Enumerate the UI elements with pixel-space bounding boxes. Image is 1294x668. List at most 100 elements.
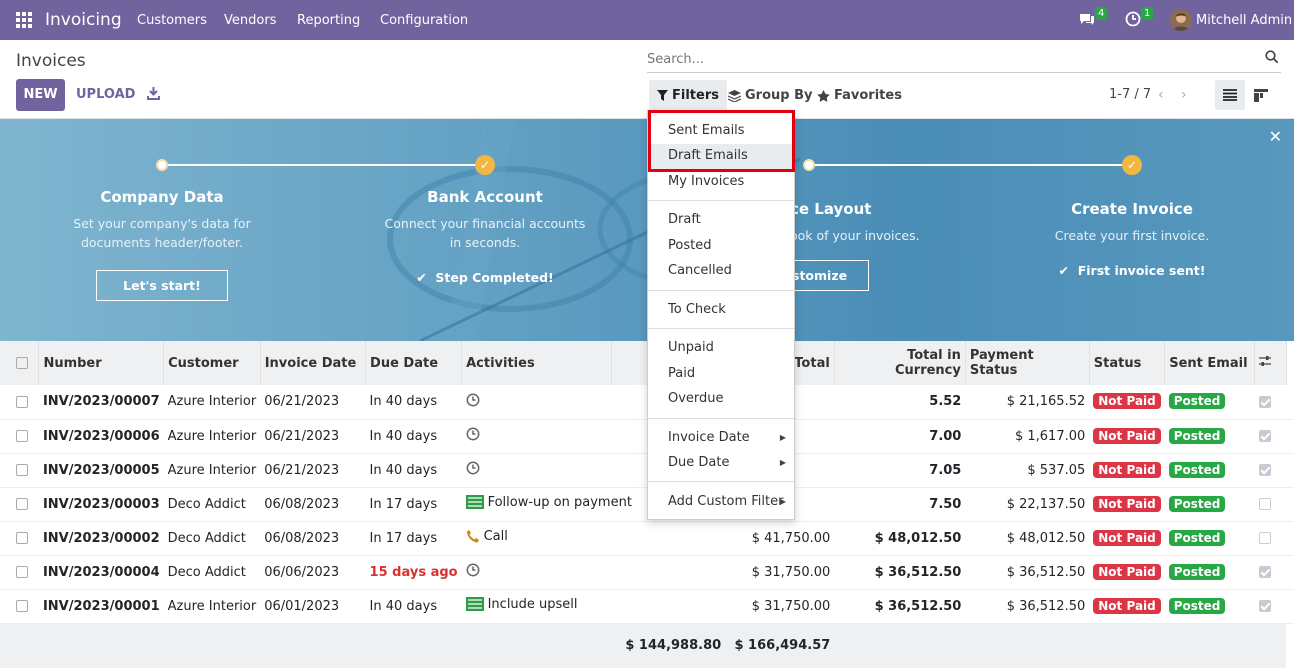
download-icon[interactable] bbox=[147, 86, 160, 100]
invoice-number[interactable]: INV/2023/00006 bbox=[38, 419, 164, 454]
col-activities[interactable]: Activities bbox=[461, 341, 613, 385]
close-banner-icon[interactable]: ✕ bbox=[1269, 127, 1282, 146]
select-all-checkbox[interactable] bbox=[0, 341, 40, 385]
optional-columns-toggle[interactable] bbox=[1254, 341, 1287, 385]
invoice-number[interactable]: INV/2023/00007 bbox=[38, 385, 164, 420]
due-date[interactable]: In 17 days bbox=[365, 521, 462, 556]
invoice-date[interactable]: 06/08/2023 bbox=[260, 487, 366, 522]
app-name[interactable]: Invoicing bbox=[45, 10, 122, 30]
table-row[interactable]: INV/2023/00002 Deco Addict 06/08/2023 In 17… bbox=[0, 521, 1294, 556]
user-avatar[interactable] bbox=[1170, 9, 1192, 31]
sliders-icon[interactable] bbox=[1259, 355, 1272, 367]
pager-value[interactable]: 1-7 / 7 bbox=[1109, 87, 1151, 102]
col-number[interactable]: Number bbox=[38, 341, 165, 385]
favorites-button[interactable]: Favorites bbox=[817, 88, 902, 103]
row-checkbox[interactable] bbox=[0, 419, 39, 454]
activity-clock-icon[interactable] bbox=[466, 461, 480, 475]
menu-customers[interactable]: Customers bbox=[137, 13, 207, 28]
filter-cancelled[interactable]: Cancelled bbox=[668, 263, 732, 278]
row-checkbox[interactable] bbox=[0, 521, 39, 556]
add-custom-filter[interactable]: Add Custom Filter bbox=[668, 494, 783, 509]
search-input[interactable] bbox=[647, 47, 1247, 71]
filter-draft[interactable]: Draft bbox=[668, 212, 701, 227]
col-total-currency[interactable]: Total in Currency bbox=[834, 341, 966, 385]
invoice-date[interactable]: 06/01/2023 bbox=[260, 589, 366, 624]
invoice-number[interactable]: INV/2023/00002 bbox=[38, 521, 164, 556]
col-sent-email[interactable]: Sent Email bbox=[1164, 341, 1256, 385]
invoice-number[interactable]: INV/2023/00004 bbox=[38, 555, 164, 590]
due-date[interactable]: In 40 days bbox=[365, 419, 462, 454]
filter-my-invoices[interactable]: My Invoices bbox=[668, 174, 744, 189]
upload-button[interactable]: UPLOAD bbox=[76, 87, 135, 102]
activity-cell[interactable] bbox=[461, 555, 726, 590]
col-customer[interactable]: Customer bbox=[163, 341, 261, 385]
row-checkbox[interactable] bbox=[0, 385, 39, 420]
filters-button[interactable]: Filters bbox=[649, 80, 727, 110]
invoice-date[interactable]: 06/06/2023 bbox=[260, 555, 366, 590]
search-icon[interactable] bbox=[1265, 50, 1279, 64]
filter-invoice-date[interactable]: Invoice Date bbox=[668, 430, 750, 445]
row-checkbox[interactable] bbox=[0, 555, 39, 590]
invoice-date[interactable]: 06/08/2023 bbox=[260, 521, 366, 556]
filter-unpaid[interactable]: Unpaid bbox=[668, 340, 714, 355]
table-row[interactable]: INV/2023/00001 Azure Interior 06/01/2023 In… bbox=[0, 589, 1294, 624]
due-date[interactable]: In 17 days bbox=[365, 487, 462, 522]
activity-cell[interactable]: Include upsell bbox=[461, 589, 726, 624]
due-date[interactable]: In 40 days bbox=[365, 589, 462, 624]
filter-due-date[interactable]: Due Date bbox=[668, 455, 729, 470]
customer-name[interactable]: Deco Addict bbox=[163, 521, 261, 556]
customer-name[interactable]: Azure Interior bbox=[163, 419, 261, 454]
due-date[interactable]: In 40 days bbox=[365, 385, 462, 420]
groupby-button[interactable]: Group By bbox=[728, 88, 812, 103]
invoice-date[interactable]: 06/21/2023 bbox=[260, 453, 366, 488]
filter-overdue[interactable]: Overdue bbox=[668, 391, 724, 406]
phone-icon[interactable] bbox=[466, 529, 480, 543]
sent-email-cell bbox=[1254, 521, 1286, 556]
col-due-date[interactable]: Due Date bbox=[365, 341, 463, 385]
invoice-number[interactable]: INV/2023/00003 bbox=[38, 487, 164, 522]
filter-paid[interactable]: Paid bbox=[668, 366, 695, 381]
kanban-view-button[interactable] bbox=[1246, 80, 1276, 110]
menu-configuration[interactable]: Configuration bbox=[380, 13, 468, 28]
task-list-icon[interactable] bbox=[465, 597, 484, 612]
menu-vendors[interactable]: Vendors bbox=[224, 13, 276, 28]
menu-reporting[interactable]: Reporting bbox=[297, 13, 360, 28]
customer-name[interactable]: Deco Addict bbox=[163, 487, 261, 522]
activity-clock-icon[interactable] bbox=[466, 427, 480, 441]
invoice-number[interactable]: INV/2023/00001 bbox=[38, 589, 164, 624]
invoice-date[interactable]: 06/21/2023 bbox=[260, 385, 366, 420]
activities-clock-icon[interactable] bbox=[1125, 11, 1141, 27]
col-payment-status[interactable]: Payment Status bbox=[965, 341, 1090, 385]
due-date[interactable]: In 40 days bbox=[365, 453, 462, 488]
col-status[interactable]: Status bbox=[1089, 341, 1166, 385]
row-checkbox[interactable] bbox=[0, 453, 39, 488]
activity-clock-icon[interactable] bbox=[466, 563, 480, 577]
star-icon bbox=[817, 89, 830, 102]
customer-name[interactable]: Azure Interior bbox=[163, 589, 261, 624]
filter-to-check[interactable]: To Check bbox=[668, 302, 726, 317]
messages-icon[interactable] bbox=[1078, 11, 1096, 27]
row-checkbox[interactable] bbox=[0, 589, 39, 624]
tax-excluded-amount: $ 41,750.00 bbox=[725, 521, 835, 556]
due-date[interactable]: 15 days ago bbox=[365, 555, 462, 590]
pager-prev-icon[interactable]: ‹ bbox=[1158, 87, 1164, 103]
customer-name[interactable]: Deco Addict bbox=[163, 555, 261, 590]
invoice-number[interactable]: INV/2023/00005 bbox=[38, 453, 164, 488]
filter-posted[interactable]: Posted bbox=[668, 238, 711, 253]
table-row[interactable]: INV/2023/00004 Deco Addict 06/06/2023 15 da… bbox=[0, 555, 1294, 590]
customer-name[interactable]: Azure Interior bbox=[163, 385, 261, 420]
payment-status-badge: Not Paid bbox=[1093, 529, 1161, 546]
customer-name[interactable]: Azure Interior bbox=[163, 453, 261, 488]
lets-start-button[interactable]: Let's start! bbox=[96, 270, 228, 301]
invoice-date[interactable]: 06/21/2023 bbox=[260, 419, 366, 454]
new-button[interactable]: NEW bbox=[16, 79, 65, 111]
activity-cell[interactable]: Call bbox=[461, 521, 726, 556]
user-name[interactable]: Mitchell Admin bbox=[1196, 13, 1292, 28]
row-checkbox[interactable] bbox=[0, 487, 39, 522]
pager-next-icon[interactable]: › bbox=[1181, 87, 1187, 103]
list-view-button[interactable] bbox=[1215, 80, 1245, 110]
apps-menu-icon[interactable] bbox=[16, 12, 32, 28]
activity-clock-icon[interactable] bbox=[466, 393, 480, 407]
col-invoice-date[interactable]: Invoice Date bbox=[260, 341, 367, 385]
task-list-icon[interactable] bbox=[465, 495, 484, 510]
